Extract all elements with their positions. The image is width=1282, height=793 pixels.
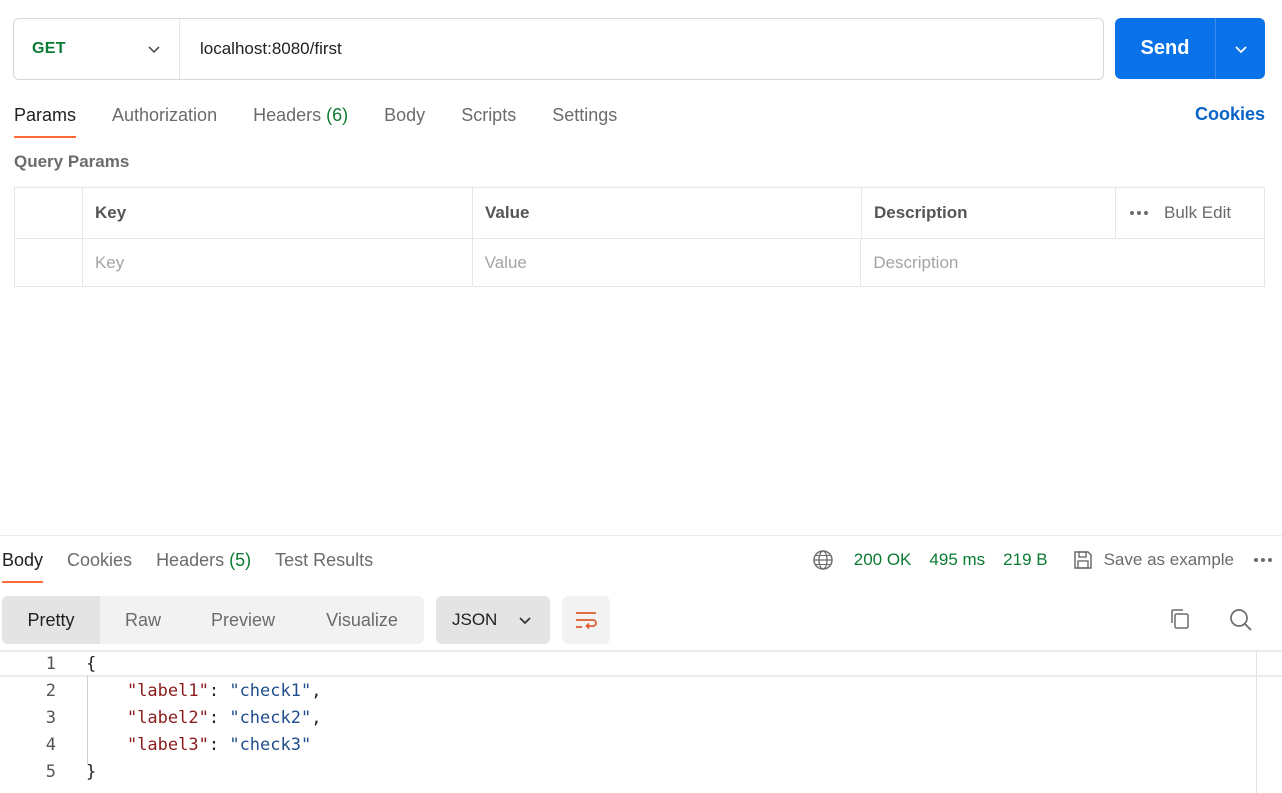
line-number: 5: [45, 761, 56, 782]
format-select[interactable]: JSON: [436, 596, 550, 644]
more-icon[interactable]: [1254, 558, 1272, 562]
view-raw[interactable]: Raw: [100, 596, 186, 644]
chevron-down-icon: [519, 617, 531, 625]
description-input[interactable]: Description: [861, 239, 1264, 287]
response-divider: [0, 535, 1282, 536]
params-table: Key Value Description Bulk Edit Key Valu…: [14, 187, 1265, 287]
code-line: 5 }: [0, 758, 1282, 785]
tab-body[interactable]: Body: [384, 100, 425, 136]
code-line: 1 {: [0, 650, 1282, 677]
search-icon[interactable]: [1228, 607, 1254, 638]
method-label: GET: [32, 40, 66, 57]
row-checkbox-cell: [15, 239, 83, 287]
globe-icon[interactable]: [812, 549, 834, 571]
wrap-lines-button[interactable]: [562, 596, 610, 644]
tab-headers-label: Headers: [253, 105, 322, 125]
code-text: "label2": "check2",: [126, 707, 322, 728]
chevron-down-icon: [1234, 45, 1247, 53]
bulk-edit-label: Bulk Edit: [1164, 203, 1232, 222]
line-number: 1: [45, 653, 56, 674]
format-label: JSON: [452, 610, 498, 629]
key-input[interactable]: Key: [83, 239, 473, 287]
bulk-edit-button[interactable]: Bulk Edit: [1116, 188, 1264, 238]
response-headers-label: Headers: [156, 550, 225, 570]
response-size[interactable]: 219 B: [1003, 550, 1047, 570]
code-line: 2 "label1": "check1",: [0, 677, 1282, 704]
response-tab-test-results[interactable]: Test Results: [275, 546, 373, 582]
tab-headers[interactable]: Headers (6): [253, 100, 348, 136]
line-number: 3: [45, 707, 56, 728]
tab-settings[interactable]: Settings: [552, 100, 617, 136]
wrap-lines-icon: [576, 612, 597, 630]
table-header-row: Key Value Description Bulk Edit: [15, 188, 1264, 238]
column-description: Description: [862, 188, 1116, 238]
view-pretty[interactable]: Pretty: [2, 596, 100, 644]
response-headers-count: (5): [229, 550, 252, 570]
query-params-title: Query Params: [14, 152, 130, 171]
column-value: Value: [473, 188, 862, 238]
response-meta: 200 OK 495 ms 219 B Save as example: [812, 546, 1272, 574]
line-number: 4: [45, 734, 56, 755]
response-tabs: Body Cookies Headers (5) Test Results: [2, 546, 397, 583]
send-options-button[interactable]: [1216, 18, 1265, 79]
scrollbar-track[interactable]: [1256, 650, 1257, 793]
tab-authorization[interactable]: Authorization: [112, 100, 217, 136]
response-tab-body[interactable]: Body: [2, 546, 44, 583]
code-text: "label1": "check1",: [126, 680, 322, 701]
code-text: {: [86, 653, 97, 674]
request-tabs: Params Authorization Headers (6) Body Sc…: [14, 100, 653, 140]
response-body-code[interactable]: 1 { 2 "label1": "check1", 3 "label2": "c…: [0, 650, 1282, 793]
table-row: Key Value Description: [15, 238, 1264, 287]
headers-count: (6): [326, 105, 349, 125]
column-key: Key: [83, 188, 473, 238]
tab-params[interactable]: Params: [14, 100, 77, 138]
url-input[interactable]: [180, 19, 1103, 79]
checkbox-column: [15, 188, 83, 238]
more-icon: [1130, 211, 1148, 215]
view-preview[interactable]: Preview: [186, 596, 300, 644]
chevron-down-icon: [148, 46, 160, 54]
tab-scripts[interactable]: Scripts: [461, 100, 516, 136]
save-as-example-button[interactable]: Save as example: [1072, 549, 1234, 571]
indent-guide: [87, 676, 88, 764]
code-line: 4 "label3": "check3": [0, 731, 1282, 758]
response-tab-cookies[interactable]: Cookies: [67, 546, 132, 582]
response-time[interactable]: 495 ms: [929, 550, 985, 570]
cookies-link[interactable]: Cookies: [1195, 104, 1265, 125]
view-mode-group: Pretty Raw Preview Visualize: [2, 596, 424, 644]
save-as-example-label: Save as example: [1103, 550, 1234, 569]
line-number: 2: [45, 680, 56, 701]
save-icon: [1073, 551, 1092, 569]
url-bar: GET: [13, 18, 1104, 80]
status-code[interactable]: 200 OK: [854, 550, 912, 570]
view-visualize[interactable]: Visualize: [300, 596, 424, 644]
response-tab-headers[interactable]: Headers (5): [156, 546, 251, 582]
send-button[interactable]: Send: [1115, 18, 1215, 79]
code-text: "label3": "check3": [126, 734, 312, 755]
send-button-group: Send: [1115, 18, 1265, 79]
code-line: 3 "label2": "check2",: [0, 704, 1282, 731]
method-select[interactable]: GET: [14, 19, 180, 79]
copy-icon[interactable]: [1168, 607, 1192, 636]
value-input[interactable]: Value: [473, 239, 862, 287]
code-text: }: [86, 761, 97, 782]
